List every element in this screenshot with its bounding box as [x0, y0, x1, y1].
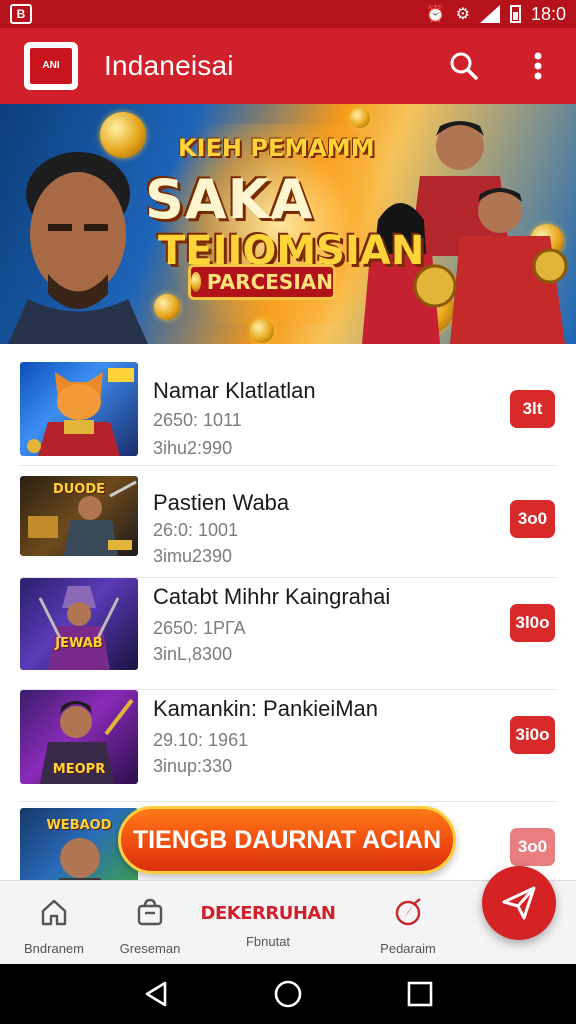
app-bar: ANI Indaneisai: [0, 28, 576, 104]
system-nav-bar: [0, 964, 576, 1024]
app-logo[interactable]: ANI: [24, 42, 78, 90]
game-stat-primary: 2650: 1011: [153, 410, 242, 430]
app-title: Indaneisai: [104, 50, 234, 81]
game-stat-secondary: 3ihu2:990: [153, 438, 233, 458]
nav-item-center[interactable]: DEKERRUHAN Fbnutat: [200, 881, 336, 965]
list-item[interactable]: DUODE Pastien Waba 26:0: 1001 3imu2390 3…: [0, 466, 576, 578]
game-list[interactable]: Namar Klatlatlan 2650: 1011 3ihu2:990 3l…: [0, 344, 576, 884]
game-thumbnail: JEWAB: [20, 578, 138, 670]
nav-label: Pedaraim: [380, 941, 436, 956]
game-title: Pastien Waba: [153, 490, 290, 515]
nav-label: Fbnutat: [245, 934, 291, 949]
coin-decoration: [154, 294, 180, 320]
banner-button[interactable]: PARCESIAN: [188, 264, 336, 300]
compass-icon: [391, 895, 425, 929]
coin-icon: [191, 272, 201, 292]
game-action-button[interactable]: 3i0o: [510, 716, 555, 754]
center-logo-icon: DEKERRUHAN: [200, 903, 336, 924]
game-stat-primary: 29.10: 1961: [153, 730, 249, 750]
game-stat-secondary: 3inup:330: [153, 756, 233, 776]
nav-item-home[interactable]: Bndranem: [14, 881, 94, 965]
game-thumbnail-label: DUODE: [52, 482, 106, 497]
search-icon: [450, 52, 478, 80]
send-icon: [502, 886, 536, 920]
home-circle-icon: [274, 980, 302, 1008]
nav-item-games[interactable]: Greseman: [110, 881, 190, 965]
game-stat-secondary: 3inL,8300: [153, 644, 233, 664]
send-fab-button[interactable]: [482, 866, 556, 940]
nav-label: Bndranem: [24, 941, 84, 956]
bag-icon: [133, 895, 167, 929]
knight-character-art: [38, 586, 120, 670]
nav-item-explore[interactable]: Pedaraim: [368, 881, 448, 965]
more-vert-icon: [534, 52, 542, 80]
banner-title-main: SAKA: [145, 168, 314, 231]
cta-button[interactable]: TIENGB DAURNAT ACIAN: [118, 806, 456, 874]
more-options-button[interactable]: [518, 46, 558, 86]
game-title: Catabt Mihhr Kaingrahai: [153, 584, 391, 609]
banner-button-label: PARCESIAN: [206, 270, 333, 294]
status-icons: ⏰ ⚙ 18:0: [426, 4, 566, 25]
game-stat-secondary: 3imu2390: [153, 546, 233, 566]
home-icon: [37, 895, 71, 929]
banner-title-top: KIEH PEMAMM: [178, 134, 375, 162]
list-item[interactable]: MEOPR Kamankin: PankieiMan 29.10: 1961 3…: [0, 690, 576, 802]
game-thumbnail: [20, 362, 138, 456]
game-action-button[interactable]: 3o0: [510, 828, 555, 866]
coin-decoration: [250, 319, 274, 343]
list-item[interactable]: Namar Klatlatlan 2650: 1011 3ihu2:990 3l…: [0, 354, 576, 466]
game-action-button[interactable]: 3l0o: [510, 604, 555, 642]
status-time: 18:0: [530, 3, 566, 24]
notification-icon: B: [10, 4, 32, 24]
alarm-icon: ⏰: [425, 6, 446, 23]
tiger-character-art: [27, 368, 134, 456]
recents-button[interactable]: [400, 974, 440, 1014]
back-button[interactable]: [136, 974, 176, 1014]
game-title: Namar Klatlatlan: [153, 378, 316, 403]
settings-icon: ⚙: [455, 6, 470, 23]
game-thumbnail-label: MEOPR: [52, 762, 106, 777]
list-item[interactable]: JEWAB Catabt Mihhr Kaingrahai 2650: 1РГА…: [0, 578, 576, 690]
status-bar: B ⏰ ⚙ 18:0: [0, 0, 576, 28]
game-thumbnail-label: JEWAB: [55, 636, 103, 651]
search-button[interactable]: [444, 46, 484, 86]
recents-square-icon: [407, 981, 433, 1007]
hero-character-left: [8, 152, 148, 344]
promo-banner[interactable]: KIEH PEMAMM SAKA TEIIOMSIAN PARCESIAN: [0, 104, 576, 344]
game-stat-primary: 26:0: 1001: [153, 520, 239, 540]
battery-icon: [509, 5, 521, 23]
back-triangle-icon: [145, 981, 167, 1007]
game-title: Kamankin: PankieiMan: [153, 696, 379, 721]
game-action-button[interactable]: 3o0: [510, 500, 555, 538]
game-thumbnail-label: WEBAOD: [46, 818, 112, 833]
game-thumbnail: DUODE: [20, 476, 138, 556]
game-thumbnail: MEOPR: [20, 690, 138, 784]
game-stat-primary: 2650: 1РГА: [153, 618, 246, 638]
home-button[interactable]: [268, 974, 308, 1014]
nav-label: Greseman: [119, 941, 181, 956]
app-logo-text: ANI: [30, 48, 72, 84]
app-actions: [444, 46, 558, 86]
game-action-button[interactable]: 3lt: [510, 390, 555, 428]
signal-icon: [479, 5, 500, 23]
